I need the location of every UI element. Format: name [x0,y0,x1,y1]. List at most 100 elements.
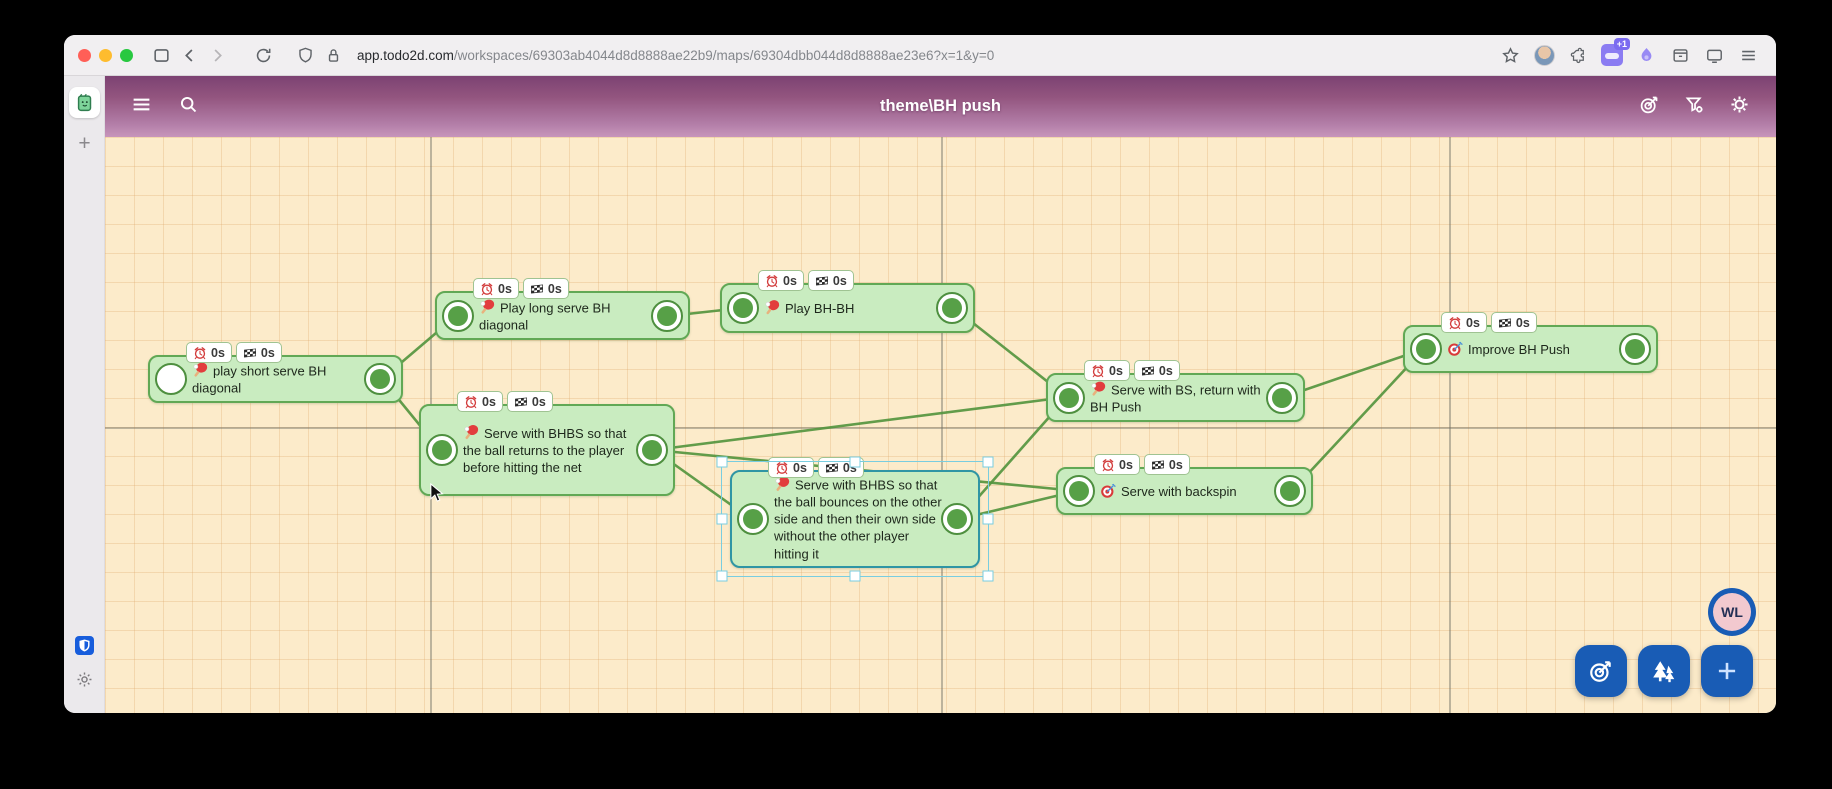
zoom-window-button[interactable] [120,49,133,62]
alarm-clock-icon [1448,316,1462,330]
paddle-icon [1090,380,1107,397]
resize-handle[interactable] [717,457,728,468]
badge-checkered-flag[interactable]: 0s [1134,360,1180,381]
badge-checkered-flag[interactable]: 0s [1491,312,1537,333]
checkered-flag-icon [243,346,257,360]
output-port[interactable] [651,300,683,332]
output-port[interactable] [941,503,973,535]
close-window-button[interactable] [78,49,91,62]
toolbar-right-icons: +1 [1496,41,1762,69]
output-port[interactable] [1266,382,1298,414]
window-controls [78,49,133,62]
reload-button[interactable] [249,41,277,69]
alarm-clock-icon [775,461,789,475]
output-port[interactable] [1274,475,1306,507]
task-node-serve-bs-return[interactable]: Serve with BS, return with BH Push0s0s [1046,373,1305,422]
add-task-fab-button[interactable] [1701,645,1753,697]
alarm-clock-icon [765,274,779,288]
gear-icon[interactable] [1729,94,1750,120]
edge-line[interactable] [654,397,1067,450]
password-manager-shield-icon[interactable] [75,636,94,655]
user-avatar[interactable]: WL [1708,588,1756,636]
extension-puzzle-icon[interactable] [1564,41,1592,69]
badge-row: 0s 0s [473,278,569,299]
badge-checkered-flag[interactable]: 0s [1144,454,1190,475]
output-port[interactable] [1619,333,1651,365]
task-node-play-bh-bh[interactable]: Play BH-BH0s0s [720,283,975,333]
badge-checkered-flag[interactable]: 0s [523,278,569,299]
badge-alarm-clock[interactable]: 0s [1084,360,1130,381]
minimize-window-button[interactable] [99,49,112,62]
badge-value: 0s [211,346,225,360]
input-port[interactable] [727,292,759,324]
menu-icon[interactable] [1734,41,1762,69]
menu-hamburger-icon[interactable] [131,94,152,120]
paddle-icon [764,299,781,316]
output-port[interactable] [936,292,968,324]
badge-alarm-clock[interactable]: 0s [186,342,232,363]
resize-handle[interactable] [983,571,994,582]
output-port[interactable] [636,434,668,466]
badge-checkered-flag[interactable]: 0s [507,391,553,412]
checkered-flag-icon [815,274,829,288]
purple-extension-icon[interactable]: +1 [1598,41,1626,69]
task-label: Serve with BS, return with BH Push [1090,380,1269,415]
workspace-logo[interactable] [69,87,100,118]
forward-button[interactable] [203,41,231,69]
mouse-cursor [428,482,447,504]
shield-icon[interactable] [291,41,319,69]
flame-extension-icon[interactable] [1632,41,1660,69]
badge-checkered-flag[interactable]: 0s [808,270,854,291]
task-node-serve-bhbs-net[interactable]: Serve with BHBS so that the ball returns… [419,404,675,496]
resize-handle[interactable] [717,571,728,582]
downloads-tray-icon[interactable] [1666,41,1694,69]
resize-handle[interactable] [983,514,994,525]
back-button[interactable] [175,41,203,69]
filter-settings-icon[interactable] [1684,94,1705,120]
task-node-improve-bh-push[interactable]: Improve BH Push0s0s [1403,325,1658,373]
input-port[interactable] [1053,382,1085,414]
forest-fab-button[interactable] [1638,645,1690,697]
task-node-long-serve[interactable]: Play long serve BH diagonal0s0s [435,291,690,340]
sidebar-toggle-icon[interactable] [147,41,175,69]
badge-alarm-clock[interactable]: 0s [473,278,519,299]
badge-alarm-clock[interactable]: 0s [1094,454,1140,475]
task-node-serve-backspin[interactable]: Serve with backspin0s0s [1056,467,1313,515]
input-port[interactable] [1063,475,1095,507]
badge-alarm-clock[interactable]: 0s [1441,312,1487,333]
badge-alarm-clock[interactable]: 0s [758,270,804,291]
bookmark-star-icon[interactable] [1496,41,1524,69]
search-icon[interactable] [178,94,199,120]
resize-handle[interactable] [983,457,994,468]
address-bar[interactable]: app.todo2d.com/workspaces/69303ab4044d8d… [357,48,1496,63]
alarm-clock-icon [1091,364,1105,378]
task-node-short-serve[interactable]: play short serve BH diagonal0s0s [148,355,403,403]
input-port[interactable] [1410,333,1442,365]
badge-value: 0s [548,282,562,296]
profile-avatar[interactable] [1530,41,1558,69]
goals-fab-button[interactable] [1575,645,1627,697]
user-initials: WL [1713,593,1751,631]
task-node-serve-bhbs-bounce[interactable]: Serve with BHBS so that the ball bounces… [730,470,980,568]
badge-alarm-clock[interactable]: 0s [768,457,814,478]
screen-share-icon[interactable] [1700,41,1728,69]
badge-checkered-flag[interactable]: 0s [236,342,282,363]
resize-handle[interactable] [850,571,861,582]
resize-handle[interactable] [850,457,861,468]
goal-target-icon[interactable] [1639,94,1660,120]
map-canvas[interactable]: WL play short serve BH diagonal0s0sPlay … [105,137,1776,713]
input-port[interactable] [442,300,474,332]
badge-value: 0s [1159,364,1173,378]
settings-gear-icon[interactable] [75,670,94,689]
input-port[interactable] [155,363,187,395]
input-port[interactable] [737,503,769,535]
output-port[interactable] [364,363,396,395]
badge-value: 0s [482,395,496,409]
badge-alarm-clock[interactable]: 0s [457,391,503,412]
resize-handle[interactable] [717,514,728,525]
add-workspace-button[interactable]: + [64,132,105,156]
input-port[interactable] [426,434,458,466]
task-label: play short serve BH diagonal [192,361,367,396]
badge-value: 0s [1466,316,1480,330]
badge-row: 0s 0s [457,391,553,412]
